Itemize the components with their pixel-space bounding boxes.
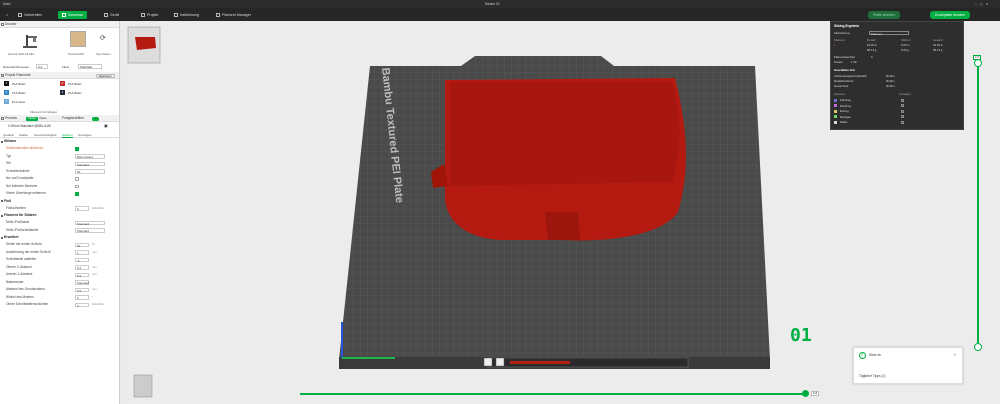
- cost-value: 1.39: [851, 60, 857, 64]
- printed-model-top: [450, 82, 680, 186]
- current-layer-number: 01: [790, 325, 812, 346]
- visibility-toggle[interactable]: [901, 120, 904, 124]
- color-scheme-label: Farbschema: [834, 31, 850, 35]
- model-cell: 58.13 g: [867, 48, 877, 52]
- support-cell: 0.00 m: [901, 43, 910, 47]
- filament-cell: 1: [834, 43, 836, 47]
- move-slider-handle[interactable]: [802, 390, 809, 397]
- legend-label: Nahte: [840, 120, 848, 124]
- total-cell: 58.13 g: [933, 48, 943, 52]
- plate-lock-icon[interactable]: [483, 357, 493, 367]
- slice-notification: ✓ Slice ok. ✕ Täglicher Tipps (1): [853, 347, 963, 384]
- navigation-cube[interactable]: [133, 374, 153, 398]
- layer-slider-top-handle[interactable]: [974, 59, 982, 67]
- time-title: Geschätzte Zeit: [834, 68, 855, 72]
- model-front-tab: [545, 212, 580, 240]
- legend-label: Reinigen: [840, 114, 852, 119]
- legend-swatch: [834, 120, 837, 124]
- support-cell: 0.00 g: [901, 48, 909, 52]
- close-icon[interactable]: ✕: [953, 352, 956, 357]
- legend-swatch: [834, 98, 837, 102]
- time-label: Vorbereitungszeit (Modell): [834, 74, 867, 78]
- toast-title: Slice ok.: [869, 353, 882, 357]
- move-slider[interactable]: 116: [300, 390, 820, 398]
- show-header: Anzeigen: [899, 92, 911, 96]
- plate-settings-icon[interactable]: [495, 357, 505, 367]
- legend-swatch: [834, 115, 837, 118]
- thumbnail-model: [135, 37, 156, 50]
- move-slider-value: 116: [811, 391, 820, 396]
- layer-slider[interactable]: 120: [973, 55, 983, 361]
- legend-swatch: [834, 109, 837, 113]
- color-scheme-select[interactable]: Filament: [869, 30, 909, 36]
- table-header: Gesamt: [933, 38, 943, 42]
- table-header: Filament: [834, 38, 845, 42]
- time-value: 2h44m: [886, 84, 895, 88]
- filament-change-value: 0: [871, 55, 873, 59]
- layer-slider-bottom-handle[interactable]: [974, 343, 982, 351]
- total-cell: 19.49 m: [933, 43, 944, 47]
- visibility-toggle[interactable]: [901, 115, 904, 118]
- time-label: Gesamtzeit: [834, 84, 849, 88]
- time-label: Modelldruckzeit: [834, 79, 854, 83]
- cost-label: Kosten: [834, 60, 843, 64]
- table-header: Stützen: [901, 38, 911, 42]
- plate-label-red-bar: [510, 361, 570, 364]
- table-header: Modell: [867, 38, 876, 42]
- options-header: Optionen: [834, 92, 846, 96]
- visibility-toggle[interactable]: [901, 98, 904, 102]
- visibility-toggle[interactable]: [901, 104, 904, 107]
- time-value: 2h44m: [886, 79, 895, 83]
- slice-panel-title: Slicing-Ergebnis: [834, 24, 860, 28]
- visibility-toggle[interactable]: [901, 109, 904, 113]
- legend-label: Fahrweg: [840, 98, 851, 102]
- slicing-result-panel: Slicing-Ergebnis Farbschema Filament Filame…: [830, 21, 964, 130]
- toast-body[interactable]: Täglicher Tipps (1): [859, 374, 885, 378]
- model-cell: 19.49 m: [867, 43, 878, 47]
- layer-slider-track[interactable]: [977, 63, 979, 343]
- filament-change-label: Filamentwechsel: [834, 55, 855, 59]
- check-icon: ✓: [859, 352, 866, 359]
- time-value: 2h44m: [886, 74, 895, 78]
- legend-label: Rückzug: [840, 103, 851, 108]
- legend-swatch: [834, 104, 837, 107]
- move-slider-track[interactable]: [300, 393, 805, 395]
- legend-label: Entzug: [840, 109, 849, 113]
